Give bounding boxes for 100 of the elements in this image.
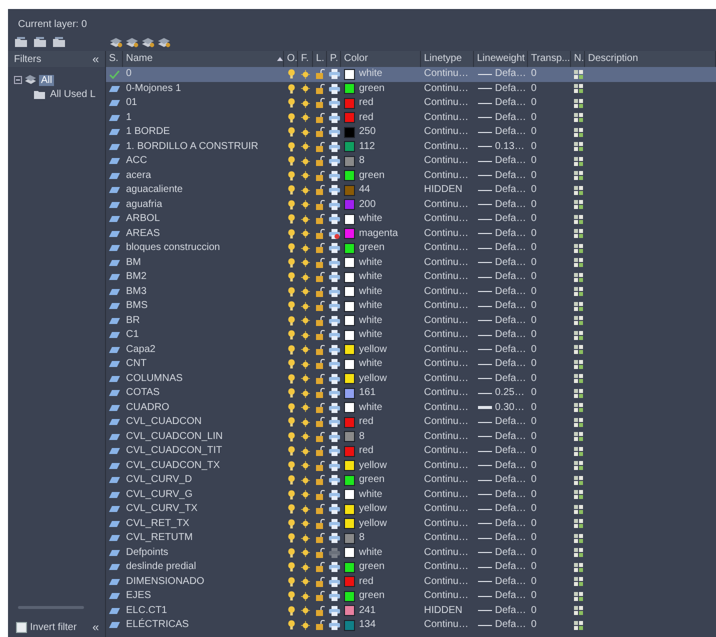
color-swatch[interactable] xyxy=(344,214,355,225)
color-swatch[interactable] xyxy=(344,112,355,124)
sun-icon[interactable] xyxy=(301,113,310,122)
color-swatch[interactable] xyxy=(344,286,355,298)
printer-icon[interactable] xyxy=(328,475,340,486)
sun-icon[interactable] xyxy=(301,592,310,601)
layer-row[interactable]: Defpoints white Continu… Defa… 0 xyxy=(106,546,716,560)
sun-icon[interactable] xyxy=(301,360,310,369)
sun-icon[interactable] xyxy=(301,620,310,630)
unlocked-padlock-icon[interactable] xyxy=(316,330,324,340)
sun-icon[interactable] xyxy=(301,562,310,572)
unlocked-padlock-icon[interactable] xyxy=(316,243,324,254)
color-swatch[interactable] xyxy=(344,431,355,442)
color-swatch[interactable] xyxy=(344,199,355,210)
viewport-freeze-icon[interactable] xyxy=(574,302,582,311)
viewport-freeze-icon[interactable] xyxy=(574,128,582,137)
layer-row[interactable]: CVL_CURV_TX yellow Continu… Defa… 0 xyxy=(106,502,716,516)
layer-row[interactable]: ELÉCTRICAS 134 Continu… Defa… 0 xyxy=(106,618,716,632)
lightbulb-icon[interactable] xyxy=(288,170,294,181)
lightbulb-icon[interactable] xyxy=(288,620,294,630)
lightbulb-icon[interactable] xyxy=(288,417,294,428)
layer-row[interactable]: CVL_CUADCON red Continu… Defa… 0 xyxy=(106,415,716,430)
layer-row[interactable]: BR white Continu… Defa… 0 xyxy=(106,314,716,328)
printer-icon[interactable] xyxy=(328,504,340,514)
viewport-freeze-icon[interactable] xyxy=(574,200,582,210)
viewport-freeze-icon[interactable] xyxy=(574,360,582,369)
unlocked-padlock-icon[interactable] xyxy=(316,576,324,587)
collapse-button[interactable]: « xyxy=(90,53,101,65)
color-swatch[interactable] xyxy=(344,344,355,356)
lightbulb-icon[interactable] xyxy=(288,388,294,398)
viewport-freeze-icon[interactable] xyxy=(574,258,582,268)
lightbulb-icon[interactable] xyxy=(288,98,294,108)
color-swatch[interactable] xyxy=(344,416,355,428)
sun-icon[interactable] xyxy=(301,98,310,108)
layer-row[interactable]: EJES green Continu… Defa… 0 xyxy=(106,589,716,604)
layer-row[interactable]: 1. BORDILLO A CONSTRUIR 112 Continu… 0.13… 0 xyxy=(106,140,716,154)
lightbulb-icon[interactable] xyxy=(288,84,294,94)
color-swatch[interactable] xyxy=(344,489,355,500)
color-swatch[interactable] xyxy=(344,98,355,109)
layer-row[interactable]: BM2 white Continu… Defa… 0 xyxy=(106,270,716,284)
lightbulb-icon[interactable] xyxy=(288,591,294,602)
viewport-freeze-icon[interactable] xyxy=(574,577,582,586)
filter-item[interactable]: All Used L xyxy=(48,88,98,100)
lightbulb-icon[interactable] xyxy=(288,142,294,152)
viewport-freeze-icon[interactable] xyxy=(574,476,582,485)
color-swatch[interactable] xyxy=(344,518,355,530)
unlocked-padlock-icon[interactable] xyxy=(316,504,324,514)
viewport-freeze-icon[interactable] xyxy=(574,592,582,601)
printer-icon[interactable] xyxy=(328,562,340,572)
lightbulb-icon[interactable] xyxy=(288,286,294,297)
color-swatch[interactable] xyxy=(344,300,355,312)
lightbulb-icon[interactable] xyxy=(288,185,294,196)
color-swatch[interactable] xyxy=(344,532,355,544)
printer-icon[interactable] xyxy=(328,576,340,587)
color-swatch[interactable] xyxy=(344,228,355,240)
color-swatch[interactable] xyxy=(344,446,355,457)
layer-row[interactable]: COLUMNAS yellow Continu… Defa… 0 xyxy=(106,372,716,386)
lightbulb-icon[interactable] xyxy=(288,504,294,514)
sun-icon[interactable] xyxy=(301,84,310,94)
layer-row[interactable]: COTAS 161 Continu… 0.25… 0 xyxy=(106,386,716,400)
color-swatch[interactable] xyxy=(344,170,355,182)
printer-icon[interactable] xyxy=(328,200,340,210)
color-swatch[interactable] xyxy=(344,83,355,94)
viewport-freeze-icon[interactable] xyxy=(574,504,582,514)
printer-icon[interactable] xyxy=(328,142,340,152)
sun-icon[interactable] xyxy=(301,171,310,180)
unlocked-padlock-icon[interactable] xyxy=(316,286,324,297)
unlocked-padlock-icon[interactable] xyxy=(316,359,324,370)
layer-row[interactable]: CNT white Continu… Defa… 0 xyxy=(106,357,716,372)
viewport-freeze-icon[interactable] xyxy=(574,403,582,412)
layer-row[interactable]: C1 white Continu… Defa… 0 xyxy=(106,328,716,342)
unlocked-padlock-icon[interactable] xyxy=(316,185,324,196)
viewport-freeze-icon[interactable] xyxy=(574,418,582,427)
sun-icon[interactable] xyxy=(301,214,310,224)
unlocked-padlock-icon[interactable] xyxy=(316,156,324,166)
sun-icon[interactable] xyxy=(301,244,310,253)
color-swatch[interactable] xyxy=(344,272,355,283)
sun-icon[interactable] xyxy=(301,476,310,485)
layer-row[interactable]: BM white Continu… Defa… 0 xyxy=(106,256,716,270)
color-swatch[interactable] xyxy=(344,184,355,196)
sun-icon[interactable] xyxy=(301,142,310,152)
unlocked-padlock-icon[interactable] xyxy=(316,344,324,355)
sun-icon[interactable] xyxy=(301,374,310,384)
printer-icon[interactable] xyxy=(328,272,340,282)
lightbulb-icon[interactable] xyxy=(288,576,294,587)
printer-icon[interactable] xyxy=(328,127,340,138)
color-swatch[interactable] xyxy=(344,402,355,414)
unlocked-padlock-icon[interactable] xyxy=(316,272,324,282)
unlocked-padlock-icon[interactable] xyxy=(316,446,324,456)
lightbulb-icon[interactable] xyxy=(288,156,294,166)
sun-icon[interactable] xyxy=(301,577,310,586)
color-swatch[interactable] xyxy=(344,358,355,370)
viewport-freeze-icon[interactable] xyxy=(574,70,582,79)
lightbulb-icon[interactable] xyxy=(288,69,294,80)
unlocked-padlock-icon[interactable] xyxy=(316,533,324,544)
unlocked-padlock-icon[interactable] xyxy=(316,518,324,529)
layer-row[interactable]: deslinde predial green Continu… Defa… 0 xyxy=(106,560,716,574)
unlocked-padlock-icon[interactable] xyxy=(316,606,324,616)
viewport-freeze-icon[interactable] xyxy=(574,490,582,500)
lightbulb-icon[interactable] xyxy=(288,344,294,355)
